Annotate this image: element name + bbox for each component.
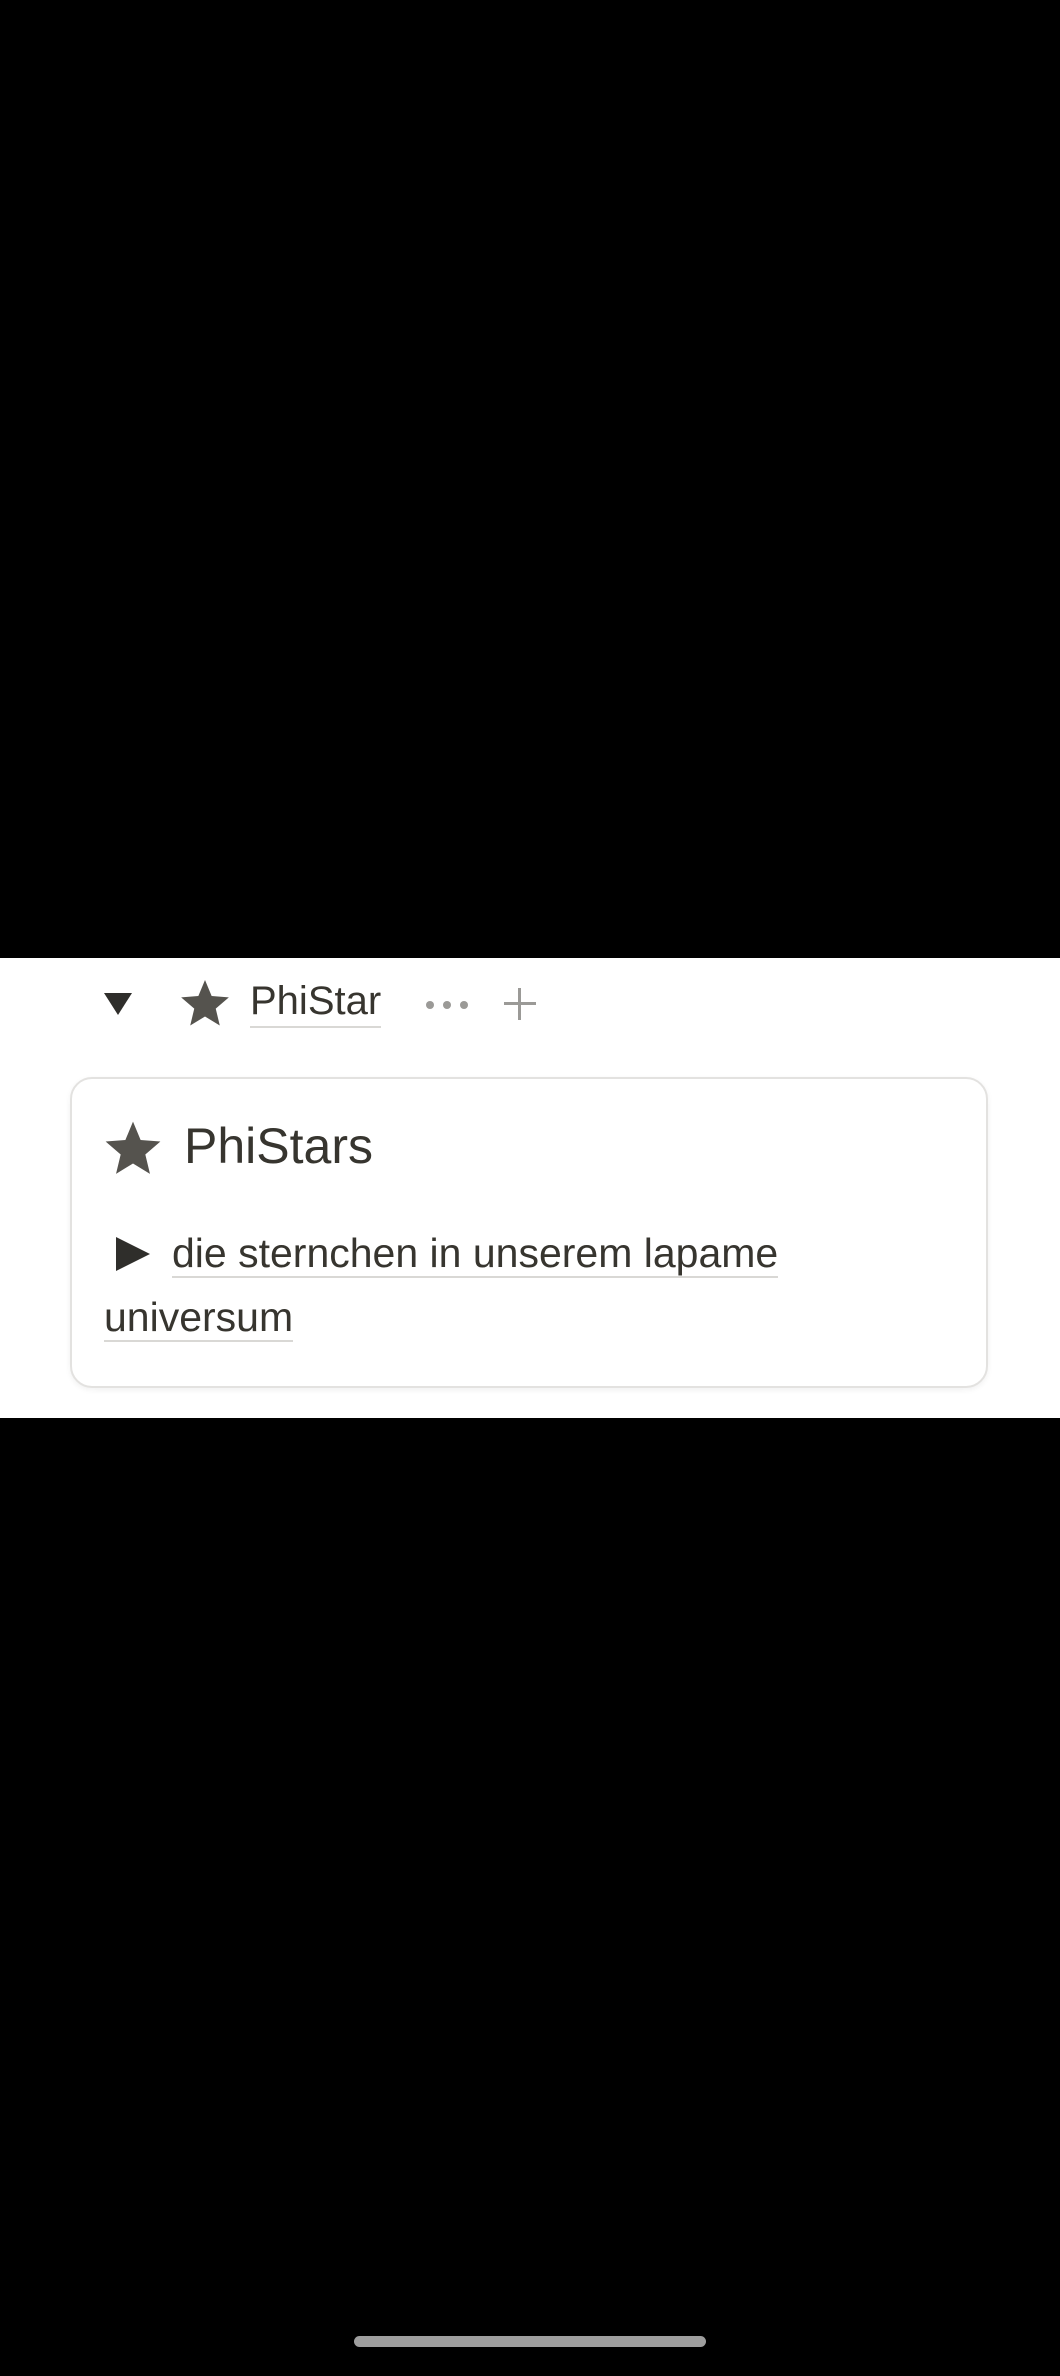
- card-description-text[interactable]: die sternchen in unserem lapame universu…: [104, 1230, 779, 1342]
- star-icon: [105, 1121, 161, 1174]
- ellipsis-icon[interactable]: [426, 1000, 470, 1010]
- embedded-page-panel: PhiStar PhiStars die sternchen in unsere…: [0, 958, 1060, 1418]
- star-icon: [181, 980, 229, 1026]
- card-title: PhiStars: [184, 1118, 373, 1174]
- triangle-right-icon[interactable]: [116, 1237, 150, 1271]
- page-preview-card[interactable]: PhiStars die sternchen in unserem lapame…: [70, 1077, 988, 1388]
- triangle-down-icon[interactable]: [104, 993, 132, 1015]
- card-description: die sternchen in unserem lapame universu…: [104, 1221, 924, 1349]
- page-link-title[interactable]: PhiStar: [250, 976, 382, 1028]
- plus-icon[interactable]: [502, 986, 538, 1022]
- home-indicator[interactable]: [354, 2336, 706, 2347]
- toggle-block-row: PhiStar: [0, 958, 1060, 1048]
